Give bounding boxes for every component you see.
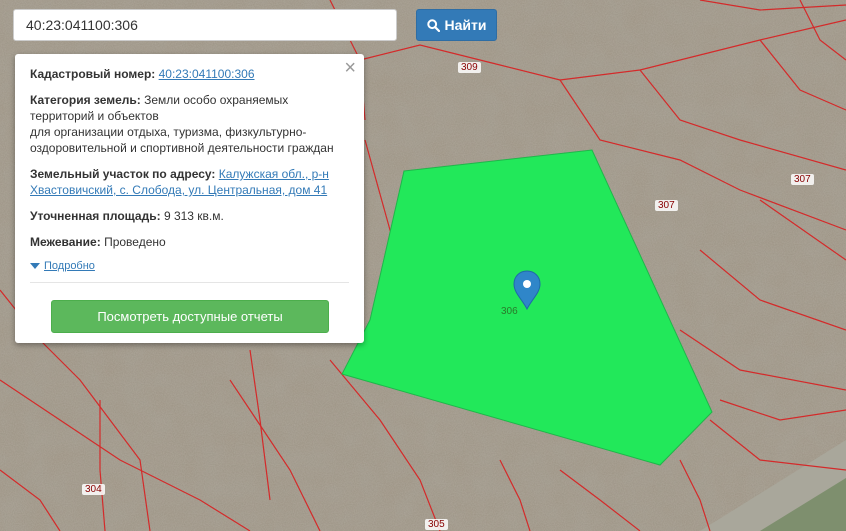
- category-value-2: территорий и объектов: [30, 109, 159, 123]
- survey-row: Межевание: Проведено: [30, 234, 349, 250]
- search-icon: [426, 18, 440, 32]
- parcel-label-305: 305: [425, 519, 448, 530]
- cadastral-label: Кадастровый номер:: [30, 67, 156, 81]
- caret-down-icon: [30, 262, 40, 269]
- parcel-label-309: 309: [458, 62, 481, 73]
- address-label: Земельный участок по адресу:: [30, 167, 216, 181]
- address-row: Земельный участок по адресу: Калужская о…: [30, 166, 349, 198]
- cadastral-row: Кадастровый номер: 40:23:041100:306: [30, 66, 349, 82]
- category-value-1: Земли особо охраняемых: [144, 93, 289, 107]
- parcel-info-popup: × Кадастровый номер: 40:23:041100:306 Ка…: [15, 54, 364, 343]
- category-value-4: оздоровительной и спортивной деятельност…: [30, 141, 334, 155]
- category-row: Категория земель: Земли особо охраняемых…: [30, 92, 349, 156]
- area-label: Уточненная площадь:: [30, 209, 161, 223]
- popup-divider: [30, 282, 349, 283]
- parcel-label-307b: 307: [655, 200, 678, 211]
- parcel-label-304: 304: [82, 484, 105, 495]
- search-button-label: Найти: [444, 17, 487, 33]
- parcel-label-307: 307: [791, 174, 814, 185]
- more-details-link[interactable]: Подробно: [44, 260, 95, 272]
- more-details[interactable]: Подробно: [30, 260, 349, 272]
- category-value-3: для организации отдыха, туризма, физкуль…: [30, 125, 307, 139]
- address-link-2[interactable]: Хвастовичский, с. Слобода, ул. Центральн…: [30, 183, 327, 197]
- view-reports-button[interactable]: Посмотреть доступные отчеты: [51, 300, 329, 333]
- survey-value: Проведено: [104, 235, 166, 249]
- close-icon[interactable]: ×: [344, 58, 356, 78]
- area-row: Уточненная площадь: 9 313 кв.м.: [30, 208, 349, 224]
- category-label: Категория земель:: [30, 93, 141, 107]
- area-value: 9 313 кв.м.: [163, 209, 224, 223]
- cadastral-link[interactable]: 40:23:041100:306: [159, 67, 255, 81]
- parcel-label-306: 306: [501, 306, 518, 317]
- search-button[interactable]: Найти: [416, 9, 497, 41]
- search-input[interactable]: [13, 9, 397, 41]
- address-link-1[interactable]: Калужская обл., р-н: [219, 167, 329, 181]
- survey-label: Межевание:: [30, 235, 101, 249]
